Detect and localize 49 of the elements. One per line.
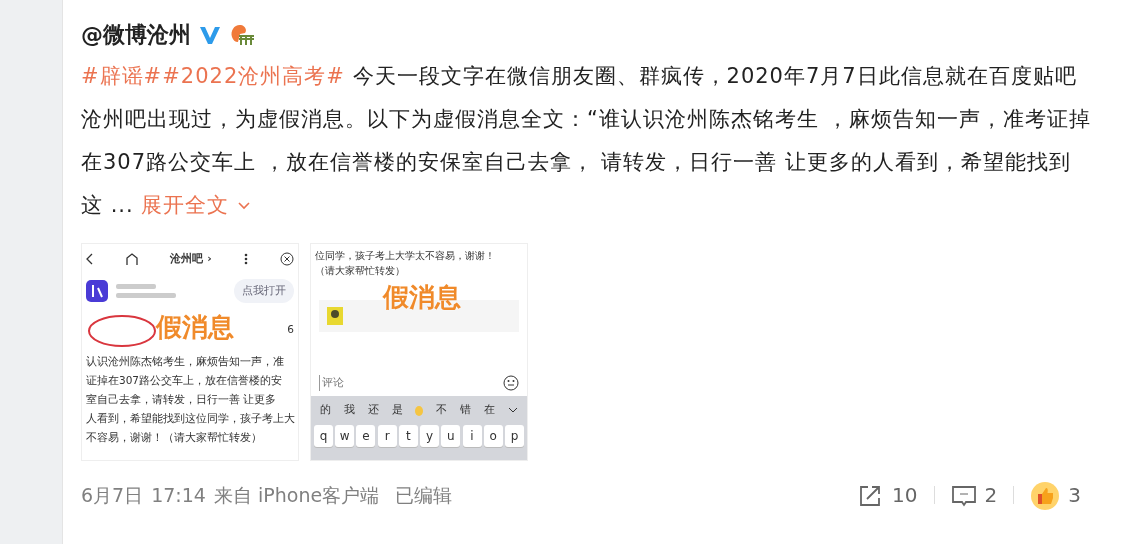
keyboard-key[interactable]: p	[504, 425, 524, 447]
post-text-line: 证掉在307路公交车上，放在信誉楼的安	[86, 373, 284, 388]
keyboard-key[interactable]: y	[420, 425, 440, 447]
stamp-label: 假消息	[156, 314, 234, 340]
chevron-down-icon	[237, 201, 252, 211]
app-icon	[86, 280, 108, 302]
close-icon	[280, 251, 294, 267]
stamp-label: 假消息	[383, 284, 461, 310]
keyboard-key[interactable]: i	[462, 425, 482, 447]
post-text-line: 室自己去拿，请转发，日行一善 让更多	[86, 392, 278, 407]
fan-badge-icon	[229, 22, 255, 47]
screenshot-thumbnail[interactable]: 位同学，孩子考上大学太不容易，谢谢！ （请大家帮忙转发） 假消息 评论 的 我 还 是 不 错 在 q w e r t y u i o p	[310, 243, 528, 461]
open-button[interactable]: 点我打开	[234, 279, 294, 303]
candidate-word[interactable]: 在	[483, 402, 495, 418]
candidate-word[interactable]: 我	[344, 402, 356, 418]
post-text-line: 位同学，孩子考上大学太不容易，谢谢！	[315, 249, 496, 263]
candidate-word[interactable]: 错	[459, 402, 471, 418]
candidate-word[interactable]: 的	[320, 402, 332, 418]
screenshot-thumbnail[interactable]: 沧州吧 › 点我打开 假消息 6 认识沧州陈杰铭考生，麻烦告知一声，准 证掉在307路公交车上，放在信誉楼的安 室自己去拿，请转发，日行一善 让更多 人看到，希望能找到这位同学，孩子考上大 不容易，谢谢！（请大家帮忙转发）	[81, 243, 299, 461]
comment-button[interactable]: 2	[950, 479, 998, 510]
post-time: 17:14	[151, 482, 206, 508]
keyboard-key[interactable]: q	[314, 425, 333, 447]
post-text: #辟谣##2022沧州高考# 今天一段文字在微信朋友圈、群疯传，2020年7月7日此信息就在百度贴吧沧州吧出现过，为虚假消息。以下为虚假消息全文：“谁认识沧州陈杰铭考生 ，麻烦告知一声，准考证掉在307路公交车上 ，放在信誉楼的安保室自己去拿， 请转发，日行一善 让更多的人看到，希望能找到这 ... 展开全文	[81, 63, 1091, 219]
post-text-line: 认识沧州陈杰铭考生，麻烦告知一声，准	[86, 354, 285, 369]
source-link[interactable]: 来自 iPhone客户端	[213, 480, 380, 509]
keyboard-key[interactable]: o	[483, 425, 503, 447]
back-icon	[86, 251, 94, 267]
side-number: 6	[287, 322, 294, 338]
app-info-drawing	[116, 284, 176, 298]
edited-label: 已编辑	[395, 482, 453, 508]
author-name[interactable]: @微博沧州	[81, 18, 191, 51]
candidate-word[interactable]: 还	[367, 402, 379, 418]
keyboard-key[interactable]: u	[441, 425, 461, 447]
post-date: 6月7日	[81, 482, 144, 508]
forum-title: 沧州吧 ›	[170, 250, 212, 267]
post-text-line: 不容易，谢谢！（请大家帮忙转发）	[86, 430, 263, 445]
keyboard-key[interactable]: r	[377, 425, 397, 447]
more-icon	[242, 251, 249, 267]
like-button[interactable]: 3	[1030, 479, 1081, 511]
share-button[interactable]: 10	[858, 479, 918, 510]
candidate-word[interactable]: 是	[391, 402, 403, 418]
home-icon	[125, 251, 140, 267]
keyboard-key[interactable]: e	[356, 425, 376, 447]
candidate-word[interactable]: 不	[436, 402, 448, 418]
post-text-line: 人看到，希望能找到这位同学，孩子考上大	[86, 411, 294, 426]
keyboard-key[interactable]: t	[398, 425, 418, 447]
post-text-line: （请大家帮忙转发）	[315, 264, 406, 278]
keyboard-key[interactable]: w	[335, 425, 355, 447]
emoji-icon	[503, 375, 519, 391]
